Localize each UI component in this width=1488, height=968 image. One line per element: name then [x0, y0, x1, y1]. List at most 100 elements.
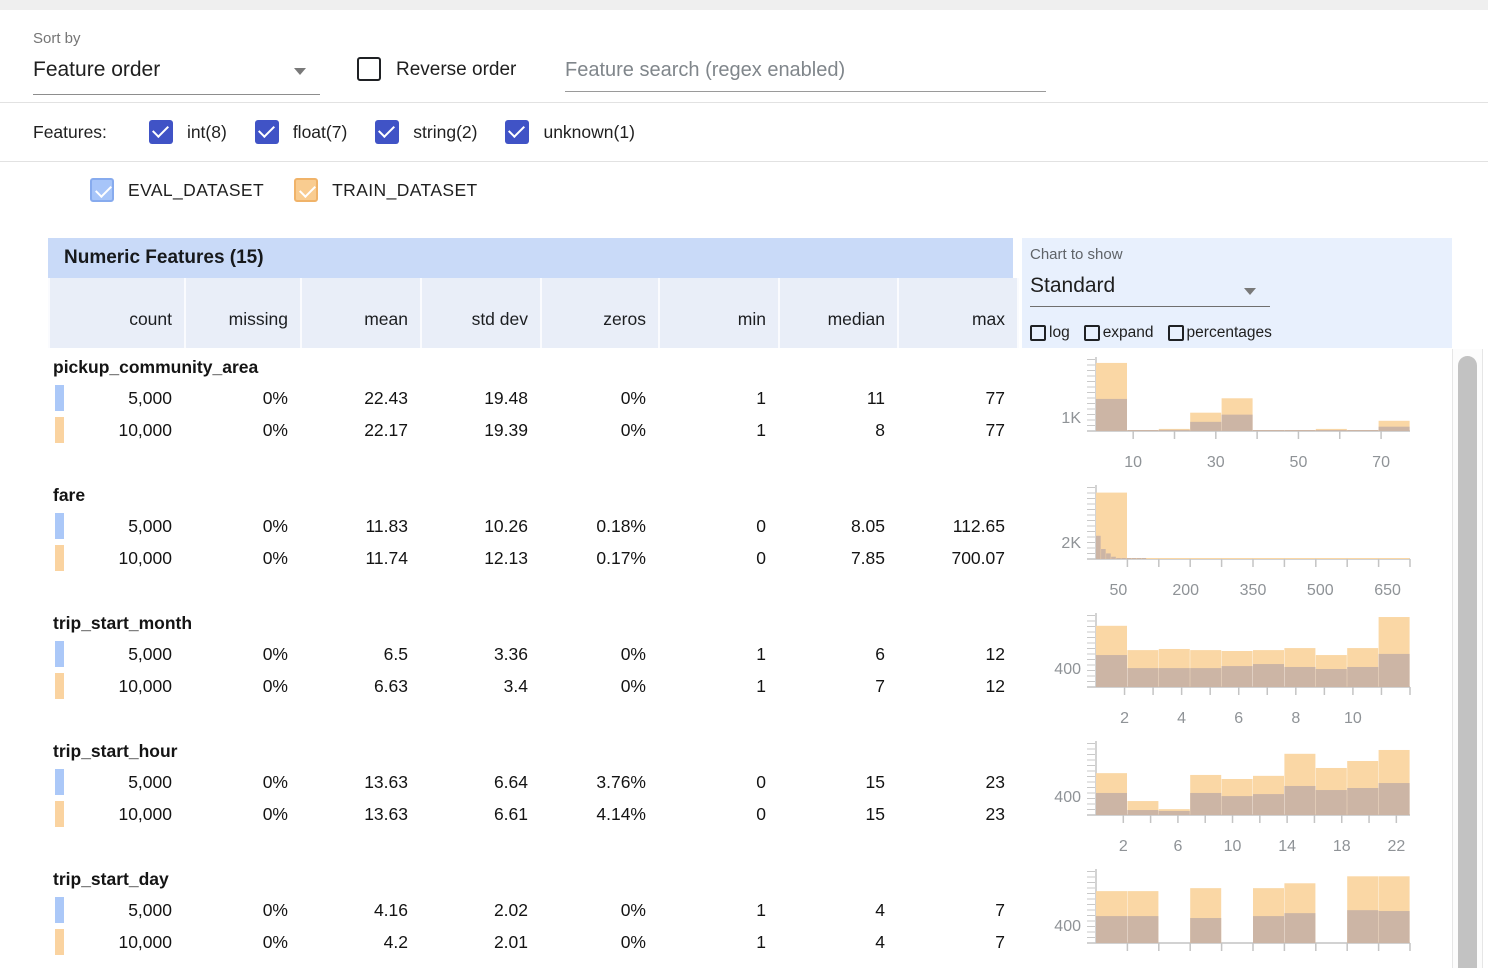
train-missing-value: 0% [184, 926, 288, 958]
eval-bar [1190, 918, 1221, 943]
feature-block-trip_start_month: trip_start_month5,0000%6.53.360%161210,0… [48, 606, 1017, 734]
eval-bar [1284, 667, 1315, 687]
column-header-zeros: zeros [542, 278, 660, 348]
eval-bar [1316, 669, 1347, 687]
feature-search-input[interactable] [565, 50, 1046, 92]
x-axis-label: 50 [1290, 454, 1308, 471]
filter-checkbox-unknown[interactable] [505, 120, 529, 144]
eval-bar [1347, 910, 1378, 943]
eval-min-value: 1 [658, 382, 766, 414]
train-bar [1253, 558, 1284, 559]
eval-bar [1136, 558, 1141, 559]
sort-by-dropdown[interactable]: Feature order [33, 58, 160, 82]
eval-bar [1316, 790, 1347, 815]
eval-bar [1190, 793, 1221, 815]
filter-checkbox-int[interactable] [149, 120, 173, 144]
eval-bar [1253, 430, 1284, 431]
x-axis-label: 18 [1333, 838, 1351, 855]
x-axis-label: 14 [1278, 838, 1296, 855]
train-missing-value: 0% [184, 542, 288, 574]
eval-bar [1101, 549, 1106, 559]
eval-median-value: 11 [778, 382, 885, 414]
histogram-pickup_community_area: 103050701K [1020, 350, 1455, 478]
filter-label-string: string(2) [413, 122, 477, 143]
eval-std-dev-value: 19.48 [420, 382, 528, 414]
reverse-order-checkbox[interactable] [357, 57, 381, 81]
percentages-checkbox[interactable] [1168, 325, 1184, 341]
log-checkbox[interactable] [1030, 325, 1046, 341]
eval-mean-value: 4.16 [300, 894, 408, 926]
divider [0, 161, 1488, 162]
eval-bar [1127, 916, 1158, 943]
feature-name: trip_start_month [53, 608, 192, 638]
facets-overview-app: Sort by Feature order Reverse order Feat… [0, 0, 1488, 968]
train-dataset-checkbox[interactable] [294, 178, 318, 202]
chart-controls-panel: Chart to show Standard logexpandpercenta… [1022, 238, 1452, 348]
log-label: log [1049, 324, 1070, 342]
train-missing-value: 0% [184, 798, 288, 830]
eval-bar [1253, 916, 1284, 943]
y-axis-label: 400 [1054, 789, 1081, 806]
eval-bar [1127, 668, 1158, 687]
histogram-fare: 502003505006502K [1020, 478, 1455, 606]
eval-bar [1284, 786, 1315, 815]
x-axis-label: 650 [1374, 582, 1401, 599]
histogram-trip_start_hour: 2610141822400 [1020, 734, 1455, 862]
train-max-value: 23 [897, 798, 1005, 830]
train-bar [1190, 558, 1221, 559]
sort-by-underline [33, 94, 320, 95]
train-median-value: 8 [778, 414, 885, 446]
eval-count-value: 5,000 [48, 638, 172, 670]
dropdown-arrow-icon [1244, 288, 1256, 295]
top-strip [0, 0, 1488, 10]
expand-checkbox[interactable] [1084, 325, 1100, 341]
eval-bar [1253, 794, 1284, 815]
x-axis-label: 4 [1177, 710, 1186, 727]
eval-max-value: 112.65 [897, 510, 1005, 542]
x-axis-label: 10 [1344, 710, 1362, 727]
column-header-missing: missing [186, 278, 302, 348]
eval-min-value: 0 [658, 510, 766, 542]
stats-column-header: countmissingmeanstd devzerosminmedianmax [48, 278, 1017, 348]
train-mean-value: 13.63 [300, 798, 408, 830]
eval-bar [1106, 553, 1111, 559]
eval-bar [1127, 430, 1158, 431]
eval-bar [1096, 536, 1101, 559]
x-axis-label: 22 [1387, 838, 1405, 855]
eval-count-value: 5,000 [48, 382, 172, 414]
train-min-value: 0 [658, 798, 766, 830]
filter-checkbox-float[interactable] [255, 120, 279, 144]
train-std-dev-value: 3.4 [420, 670, 528, 702]
eval-zeros-value: 3.76% [540, 766, 646, 798]
y-axis-label: 400 [1054, 918, 1081, 935]
chart-type-dropdown[interactable]: Standard [1030, 274, 1115, 298]
eval-bar [1126, 558, 1131, 559]
eval-median-value: 8.05 [778, 510, 885, 542]
feature-block-trip_start_hour: trip_start_hour5,0000%13.636.643.76%0152… [48, 734, 1017, 862]
chart-type-underline [1030, 306, 1270, 307]
train-zeros-value: 0% [540, 670, 646, 702]
chart-to-show-caption: Chart to show [1030, 246, 1123, 263]
filter-checkbox-string[interactable] [375, 120, 399, 144]
train-bar [1379, 558, 1410, 559]
eval-bar [1190, 668, 1221, 687]
eval-bar [1096, 793, 1127, 815]
train-mean-value: 11.74 [300, 542, 408, 574]
x-axis-label: 200 [1172, 582, 1199, 599]
scrollbar-thumb[interactable] [1458, 356, 1477, 968]
train-min-value: 1 [658, 926, 766, 958]
x-axis-label: 350 [1240, 582, 1267, 599]
numeric-features-band: Numeric Features (15) [48, 238, 1013, 278]
eval-bar [1347, 667, 1378, 687]
histogram-trip_start_day: 400 [1020, 862, 1455, 968]
train-std-dev-value: 19.39 [420, 414, 528, 446]
filter-label-float: float(7) [293, 122, 347, 143]
eval-zeros-value: 0% [540, 382, 646, 414]
train-mean-value: 6.63 [300, 670, 408, 702]
eval-bar [1379, 783, 1410, 815]
train-median-value: 15 [778, 798, 885, 830]
column-header-mean: mean [302, 278, 422, 348]
eval-bar [1111, 557, 1116, 559]
features-label: Features: [33, 122, 107, 143]
eval-dataset-checkbox[interactable] [90, 178, 114, 202]
